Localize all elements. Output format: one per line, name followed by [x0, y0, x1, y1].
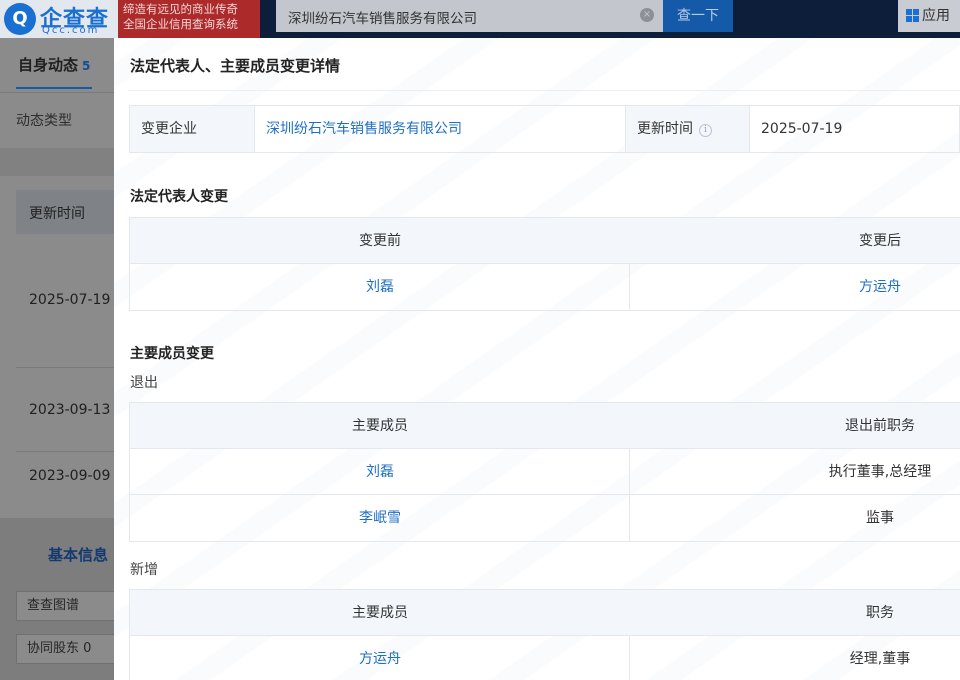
table-row-date: 2023-09-13 — [29, 402, 111, 418]
member-link[interactable]: 李岷雪 — [359, 510, 401, 526]
company-label: 变更企业 — [130, 106, 254, 152]
tab-self-news[interactable]: 自身动态 5 — [18, 54, 90, 75]
change-detail-modal: 法定代表人、主要成员变更详情 变更企业 深圳纷石汽车销售服务有限公司 更新时间 i… — [114, 38, 960, 680]
member-role: 执行董事,总经理 — [828, 464, 932, 480]
apps-button[interactable]: 应用 — [898, 0, 960, 32]
added-members-table: 主要成员 职务 方运舟 经理,董事 — [129, 589, 960, 680]
tab-divider — [0, 92, 118, 93]
column-header-member: 主要成员 — [352, 605, 408, 621]
row-divider — [16, 451, 118, 452]
clear-icon[interactable]: × — [640, 8, 654, 22]
graph-chip[interactable]: 查查图谱 — [16, 591, 118, 621]
column-header-before: 变更前 — [359, 233, 401, 249]
person-link-before[interactable]: 刘磊 — [366, 279, 394, 295]
table-header-row: 主要成员 职务 — [130, 590, 960, 636]
search-button[interactable]: 查一下 — [663, 0, 733, 32]
search-input[interactable]: 深圳纷石汽车销售服务有限公司 × — [276, 0, 664, 32]
modal-title: 法定代表人、主要成员变更详情 — [130, 57, 341, 75]
table-row: 刘磊 执行董事,总经理 — [130, 449, 960, 495]
basic-info-heading: 基本信息 — [48, 546, 109, 564]
grid-icon — [906, 9, 919, 22]
company-link[interactable]: 深圳纷石汽车销售服务有限公司 — [254, 106, 626, 152]
column-header-update-time: 更新时间 — [29, 206, 85, 222]
column-header-member: 主要成员 — [352, 418, 408, 434]
update-time-label-text: 更新时间 — [637, 121, 693, 137]
info-icon[interactable]: i — [699, 124, 712, 137]
slogan-line-2: 全国企业信用查询系统 — [123, 17, 238, 31]
member-role: 经理,董事 — [849, 651, 911, 667]
update-time-label: 更新时间 i — [625, 106, 749, 152]
member-link[interactable]: 方运舟 — [359, 651, 401, 667]
tab-self-news-count: 5 — [82, 59, 91, 73]
search-input-value: 深圳纷石汽车销售服务有限公司 — [288, 11, 477, 27]
column-header-role: 职务 — [866, 605, 894, 621]
table-row-date: 2025-07-19 — [29, 292, 111, 308]
legal-rep-section-title: 法定代表人变更 — [130, 189, 228, 205]
members-section-title: 主要成员变更 — [130, 346, 214, 362]
member-role: 监事 — [866, 510, 894, 526]
filter-band — [0, 148, 118, 176]
slogan: 缔造有远见的商业传奇 全国企业信用查询系统 — [118, 0, 260, 38]
table-row: 刘磊 方运舟 — [130, 264, 960, 310]
slogan-line-1: 缔造有远见的商业传奇 — [123, 2, 238, 16]
table-header-row: 主要成员 退出前职务 — [130, 403, 960, 449]
top-bar: Q 企查查 Qcc.com 缔造有远见的商业传奇 全国企业信用查询系统 深圳纷石… — [0, 0, 960, 38]
logo-domain: Qcc.com — [42, 25, 100, 36]
active-tab-indicator — [16, 87, 92, 89]
person-link-after[interactable]: 方运舟 — [859, 279, 901, 295]
member-link[interactable]: 刘磊 — [366, 464, 394, 480]
table-row: 方运舟 经理,董事 — [130, 636, 960, 680]
qcc-logo[interactable]: Q 企查查 Qcc.com — [0, 0, 118, 38]
apps-button-label: 应用 — [922, 8, 950, 24]
table-row-date: 2023-09-09 — [29, 468, 111, 484]
exit-members-table: 主要成员 退出前职务 刘磊 执行董事,总经理 李岷雪 监事 — [129, 402, 960, 542]
shareholder-chip[interactable]: 协同股东 0 — [16, 634, 118, 664]
row-divider — [16, 367, 118, 368]
logo-mark-icon: Q — [4, 3, 36, 35]
tab-self-news-label: 自身动态 — [18, 56, 79, 74]
legal-rep-table: 变更前 变更后 刘磊 方运舟 — [129, 217, 960, 311]
filter-label: 动态类型 — [16, 113, 72, 129]
info-table: 变更企业 深圳纷石汽车销售服务有限公司 更新时间 i 2025-07-19 — [129, 105, 960, 153]
update-time-value: 2025-07-19 — [749, 106, 960, 152]
column-header-after: 变更后 — [859, 233, 901, 249]
table-row: 李岷雪 监事 — [130, 495, 960, 541]
column-header-former-role: 退出前职务 — [845, 418, 915, 434]
added-subtitle: 新增 — [130, 562, 158, 578]
exit-subtitle: 退出 — [130, 375, 158, 391]
table-header-row: 变更前 变更后 — [130, 218, 960, 264]
modal-divider — [128, 90, 960, 91]
